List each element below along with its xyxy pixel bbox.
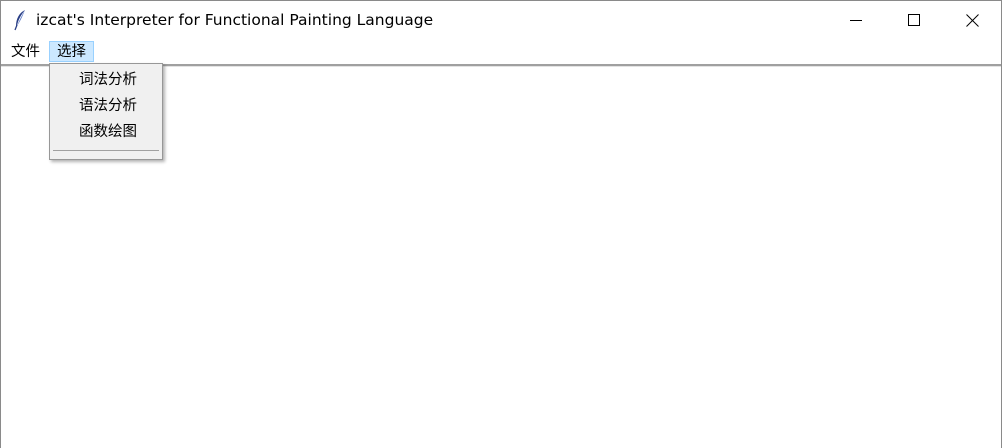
menu-file[interactable]: 文件 [3,41,48,62]
select-dropdown-menu: 词法分析 语法分析 函数绘图 [49,63,163,160]
close-button[interactable] [943,1,1001,39]
title-bar[interactable]: izcat's Interpreter for Functional Paint… [1,1,1001,39]
maximize-button[interactable] [885,1,943,39]
menu-item-function-plot[interactable]: 函数绘图 [51,120,161,144]
app-window: izcat's Interpreter for Functional Paint… [0,0,1002,448]
minimize-button[interactable] [827,1,885,39]
menu-item-syntax-analysis[interactable]: 语法分析 [51,94,161,118]
menu-bar: 文件 选择 [1,39,1001,63]
maximize-icon [908,14,920,26]
window-title: izcat's Interpreter for Functional Paint… [36,11,434,29]
dropdown-separator [53,150,159,151]
minimize-icon [850,14,862,26]
close-icon [965,13,979,27]
menu-select[interactable]: 选择 [49,41,94,62]
menu-item-lexical-analysis[interactable]: 词法分析 [51,68,161,92]
feather-icon [13,9,27,31]
